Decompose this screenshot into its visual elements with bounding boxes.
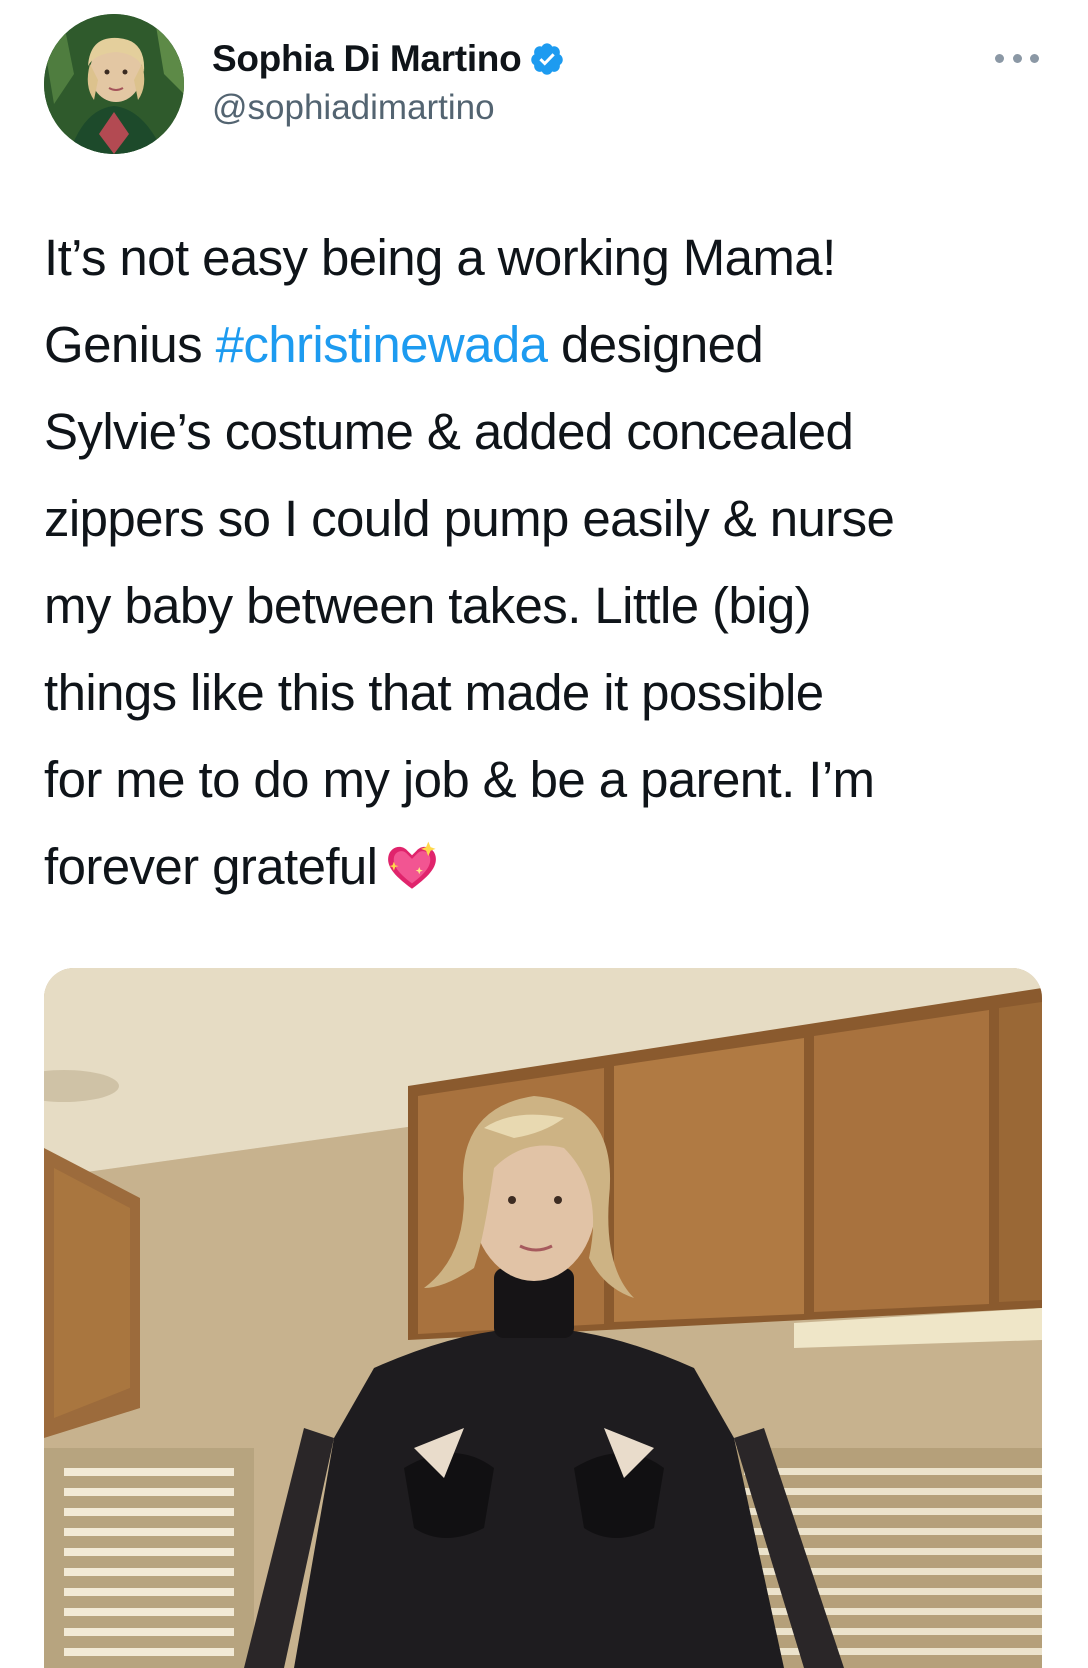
more-horizontal-icon[interactable] xyxy=(995,46,1039,70)
photo-woman-in-black-costume-icon xyxy=(44,968,1042,1668)
more-dot xyxy=(1012,53,1022,63)
tweet-text-line: Sylvie’s costume & added concealed xyxy=(44,403,854,460)
tweet-media-photo[interactable] xyxy=(44,968,1042,1668)
tweet-text-fragment: designed xyxy=(560,316,764,373)
sparkling-heart-icon xyxy=(388,841,437,889)
tweet-text-fragment: forever grateful xyxy=(44,838,378,895)
hashtag-link[interactable]: #christinewada xyxy=(216,316,548,373)
user-name[interactable]: Sophia Di Martino xyxy=(212,38,565,80)
more-dot xyxy=(995,53,1004,63)
tweet-text-line: forever grateful xyxy=(44,823,1054,910)
tweet-text-line: Genius #christinewada designed xyxy=(44,301,1054,388)
tweet-text-fragment: Genius xyxy=(44,316,203,373)
tweet-text-line: things like this that made it possible xyxy=(44,664,824,721)
user-name-text[interactable]: Sophia Di Martino xyxy=(212,38,522,80)
user-handle[interactable]: @sophiadimartino xyxy=(212,88,495,128)
verified-badge-icon xyxy=(531,43,564,75)
tweet-text-line: It’s not easy being a working Mama! xyxy=(44,229,836,286)
more-dot xyxy=(1030,53,1039,63)
avatar[interactable] xyxy=(44,14,184,154)
tweet-text-line: for me to do my job & be a parent. I’m xyxy=(44,751,875,808)
tweet-text: It’s not easy being a working Mama! Geni… xyxy=(44,214,1054,910)
tweet: Sophia Di Martino @sophiadimartino It’s … xyxy=(0,0,1088,1668)
tweet-text-line: my baby between takes. Little (big) xyxy=(44,577,812,634)
tweet-text-line: zippers so I could pump easily & nurse xyxy=(44,490,895,547)
avatar-photo-icon xyxy=(44,14,184,154)
